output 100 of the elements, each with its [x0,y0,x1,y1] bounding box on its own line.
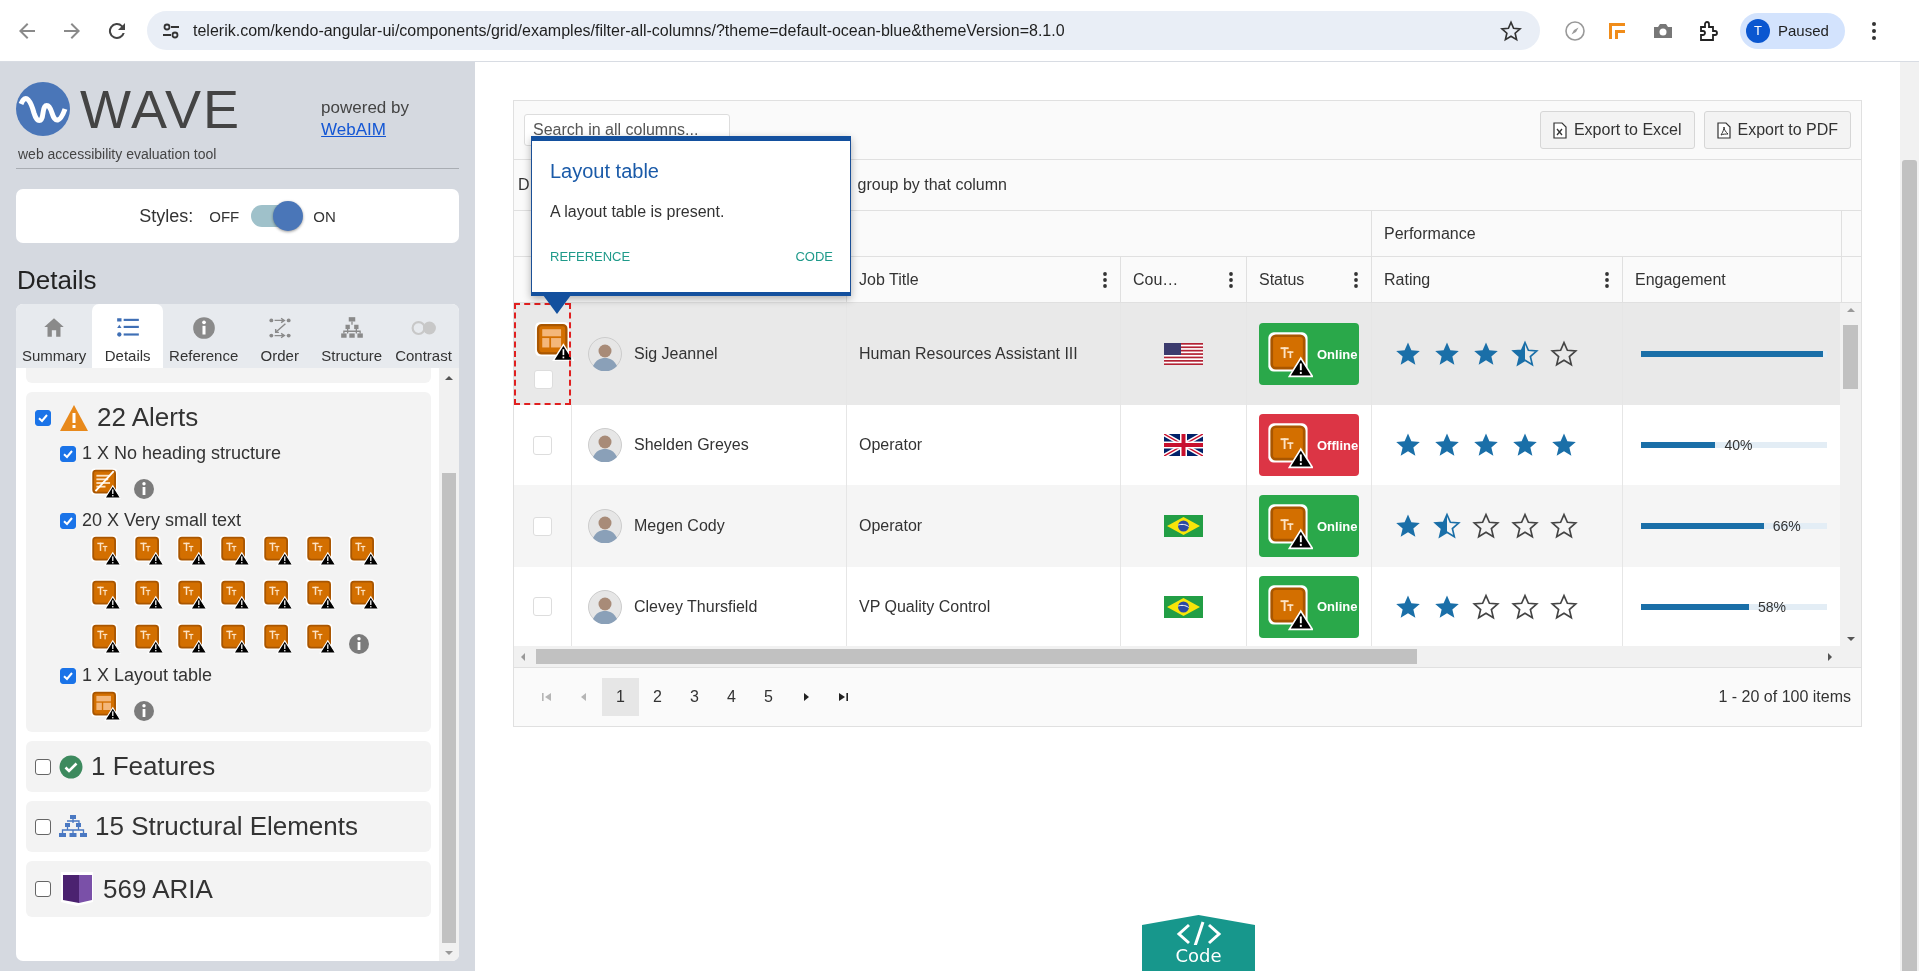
checkbox[interactable] [35,881,51,897]
group-hint-text: D [518,176,530,194]
column-menu-icon[interactable] [1228,270,1234,289]
scroll-thumb[interactable] [442,473,456,943]
scroll-thumb[interactable] [1902,160,1917,971]
page-button[interactable]: 1 [602,678,639,716]
column-menu-icon[interactable] [1353,270,1359,289]
checkbox[interactable] [60,667,76,684]
small-text-alert-icon[interactable] [348,533,379,567]
page-button[interactable]: 4 [713,678,750,716]
avatar [588,589,622,624]
code-icon [1174,921,1223,945]
address-bar[interactable]: telerik.com/kendo-angular-ui/components/grid/examples/filter-all-columns/?theme=default-ocean-blue&themeVersion=8.1.0 [147,11,1540,50]
page-button[interactable]: 2 [639,678,676,716]
scroll-thumb[interactable] [536,649,1417,664]
category-title[interactable]: 22 Alerts [97,402,199,433]
column-header[interactable]: Job Title [859,270,919,289]
table-row[interactable]: Megen Cody Operator Online 66% [514,485,1840,567]
group-hint-text: group by that column [857,176,1007,194]
scroll-thumb[interactable] [1843,325,1858,389]
tab[interactable]: Order [244,304,316,368]
checkbox[interactable] [35,409,51,426]
tab[interactable]: Details [92,304,164,368]
alert-type-label[interactable]: 1 X No heading structure [82,443,282,464]
category-title[interactable]: 1 Features [91,751,216,782]
bookmark-star-icon[interactable] [1500,19,1522,42]
tooltip-link[interactable]: CODE [795,249,833,264]
tab[interactable]: Contrast [388,304,459,368]
compass-icon[interactable] [1564,19,1586,42]
alert-type-label[interactable]: 20 X Very small text [82,510,242,531]
checkbox[interactable] [60,445,76,462]
small-text-alert-icon[interactable] [1267,502,1313,550]
off-label: OFF [209,207,240,225]
small-text-alert-icon[interactable] [219,533,250,567]
vertical-scrollbar[interactable] [1840,303,1861,646]
small-text-alert-icon[interactable] [262,577,293,611]
tab-icon [266,315,293,341]
star-icon [1550,340,1578,368]
small-text-alert-icon[interactable] [90,577,121,611]
heading-alert-icon[interactable] [90,466,121,500]
small-text-alert-icon[interactable] [176,533,207,567]
small-text-alert-icon[interactable] [133,577,164,611]
checkbox[interactable] [60,512,76,529]
category-title[interactable]: 15 Structural Elements [95,811,358,842]
details-heading: Details [17,265,98,297]
checkbox[interactable] [35,818,51,835]
checkbox[interactable] [35,758,51,775]
contact-name: Sig Jeannel [634,345,718,363]
check-circle-icon [59,754,83,779]
small-text-alert-icon[interactable] [1267,330,1313,378]
table-row[interactable]: Sig Jeannel Human Resources Assistant III Online [514,303,1840,405]
profile-button[interactable]: T Paused [1740,12,1845,49]
column-header[interactable]: Cou… [1133,270,1179,289]
scrollbar[interactable] [439,368,459,961]
export-button[interactable]: Export to PDF [1703,111,1851,149]
page-button[interactable]: 3 [676,678,713,716]
tab[interactable]: Summary [16,304,93,368]
star-icon [1550,512,1578,540]
small-text-alert-icon[interactable] [90,621,121,655]
small-text-alert-icon[interactable] [90,533,121,567]
page-button[interactable]: 5 [750,678,787,716]
scroll-down-icon[interactable] [1845,635,1856,643]
category-title[interactable]: 569 ARIA [103,873,213,905]
small-text-alert-icon[interactable] [133,533,164,567]
horizontal-scrollbar[interactable] [514,646,1861,667]
page-scrollbar[interactable] [1900,62,1919,971]
small-text-alert-icon[interactable] [1267,421,1313,469]
small-text-alert-icon[interactable] [176,577,207,611]
small-text-alert-icon[interactable] [305,577,336,611]
small-text-alert-icon[interactable] [262,533,293,567]
small-text-alert-icon[interactable] [348,577,379,611]
small-text-alert-icon[interactable] [219,577,250,611]
layout-table-alert-icon[interactable] [534,320,574,362]
info-icon[interactable] [133,478,155,500]
webaim-link[interactable]: WebAIM [321,120,409,140]
column-header[interactable]: Engagement [1635,270,1726,289]
small-text-alert-icon[interactable] [133,621,164,655]
flag-icon [1164,515,1203,537]
alert-type-label[interactable]: 1 X Layout table [82,665,213,686]
small-text-alert-icon[interactable] [262,621,293,655]
column-header[interactable]: Rating [1384,270,1431,289]
info-icon[interactable] [348,633,370,655]
export-button[interactable]: Export to Excel [1539,111,1695,149]
extensions-icon[interactable] [1698,19,1720,42]
small-text-alert-icon[interactable] [305,533,336,567]
star-icon [1433,512,1461,540]
code-button[interactable]: Code [1142,915,1255,971]
small-text-alert-icon[interactable] [1267,582,1313,631]
layout-table-alert-icon[interactable] [90,688,121,722]
styles-toggle[interactable] [249,201,304,231]
column-header[interactable]: Status [1259,270,1305,289]
column-menu-icon[interactable] [1102,270,1108,289]
column-menu-icon[interactable] [1604,270,1610,289]
small-text-alert-icon[interactable] [176,621,207,655]
tab[interactable]: Structure [315,304,389,368]
more-icon[interactable] [1870,20,1877,41]
small-text-alert-icon[interactable] [219,621,250,655]
tab[interactable]: Reference [163,304,245,368]
small-text-alert-icon[interactable] [305,621,336,655]
info-icon[interactable] [133,700,155,722]
